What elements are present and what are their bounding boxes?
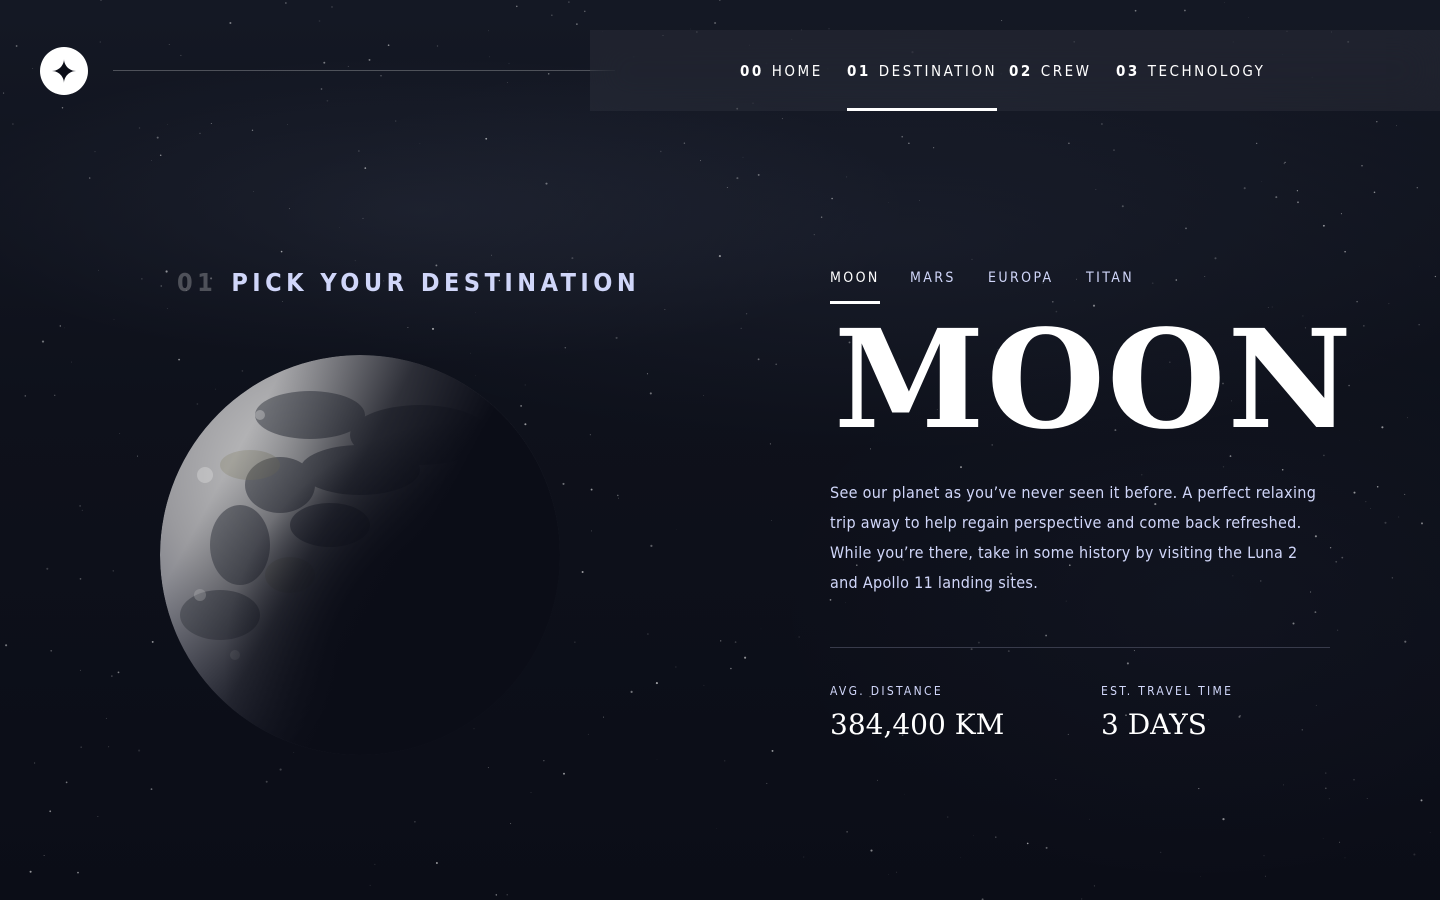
stat-travel-value: 3 DAYS xyxy=(1101,708,1207,741)
tab-mars[interactable]: MARS xyxy=(910,270,956,304)
tab-titan[interactable]: TITAN xyxy=(1086,270,1134,304)
nav-technology-number: 03 xyxy=(1116,61,1140,80)
nav-home-label: HOME xyxy=(771,61,823,80)
main-nav: 00 HOME 01 DESTINATION 02 CREW 03 TECHNO… xyxy=(590,30,1440,111)
page-heading-number: 01 xyxy=(177,268,218,297)
nav-crew-number: 02 xyxy=(1009,61,1033,80)
nav-crew-label: CREW xyxy=(1040,61,1092,80)
page-heading: 01 PICK YOUR DESTINATION xyxy=(177,268,640,297)
page-heading-text: PICK YOUR DESTINATION xyxy=(231,268,641,297)
moon-image xyxy=(160,355,560,755)
stat-travel-label: EST. TRAVEL TIME xyxy=(1101,684,1234,698)
nav-home-number: 00 xyxy=(740,61,764,80)
destination-page: 00 HOME 01 DESTINATION 02 CREW 03 TECHNO… xyxy=(0,0,1440,900)
tab-europa[interactable]: EUROPA xyxy=(988,270,1054,304)
nav-destination-label: DESTINATION xyxy=(878,61,998,80)
stat-distance: AVG. DISTANCE 384,400 KM xyxy=(830,684,1004,741)
nav-destination[interactable]: 01 DESTINATION xyxy=(847,30,998,111)
header-divider xyxy=(113,70,615,71)
stats-divider xyxy=(830,647,1330,648)
star-logo-icon[interactable] xyxy=(40,47,88,95)
destination-description: See our planet as you’ve never seen it b… xyxy=(830,483,1317,592)
nav-destination-number: 01 xyxy=(847,61,871,80)
nav-home[interactable]: 00 HOME xyxy=(740,30,823,111)
stat-travel-time: EST. TRAVEL TIME 3 DAYS xyxy=(1101,684,1233,741)
nav-technology-label: TECHNOLOGY xyxy=(1147,61,1266,80)
nav-crew[interactable]: 02 CREW xyxy=(1009,30,1091,111)
tab-moon[interactable]: MOON xyxy=(830,270,880,304)
stat-distance-label: AVG. DISTANCE xyxy=(830,684,943,698)
stat-distance-value: 384,400 KM xyxy=(830,708,1005,741)
destination-name: MOON xyxy=(834,300,1354,460)
nav-technology[interactable]: 03 TECHNOLOGY xyxy=(1116,30,1265,111)
